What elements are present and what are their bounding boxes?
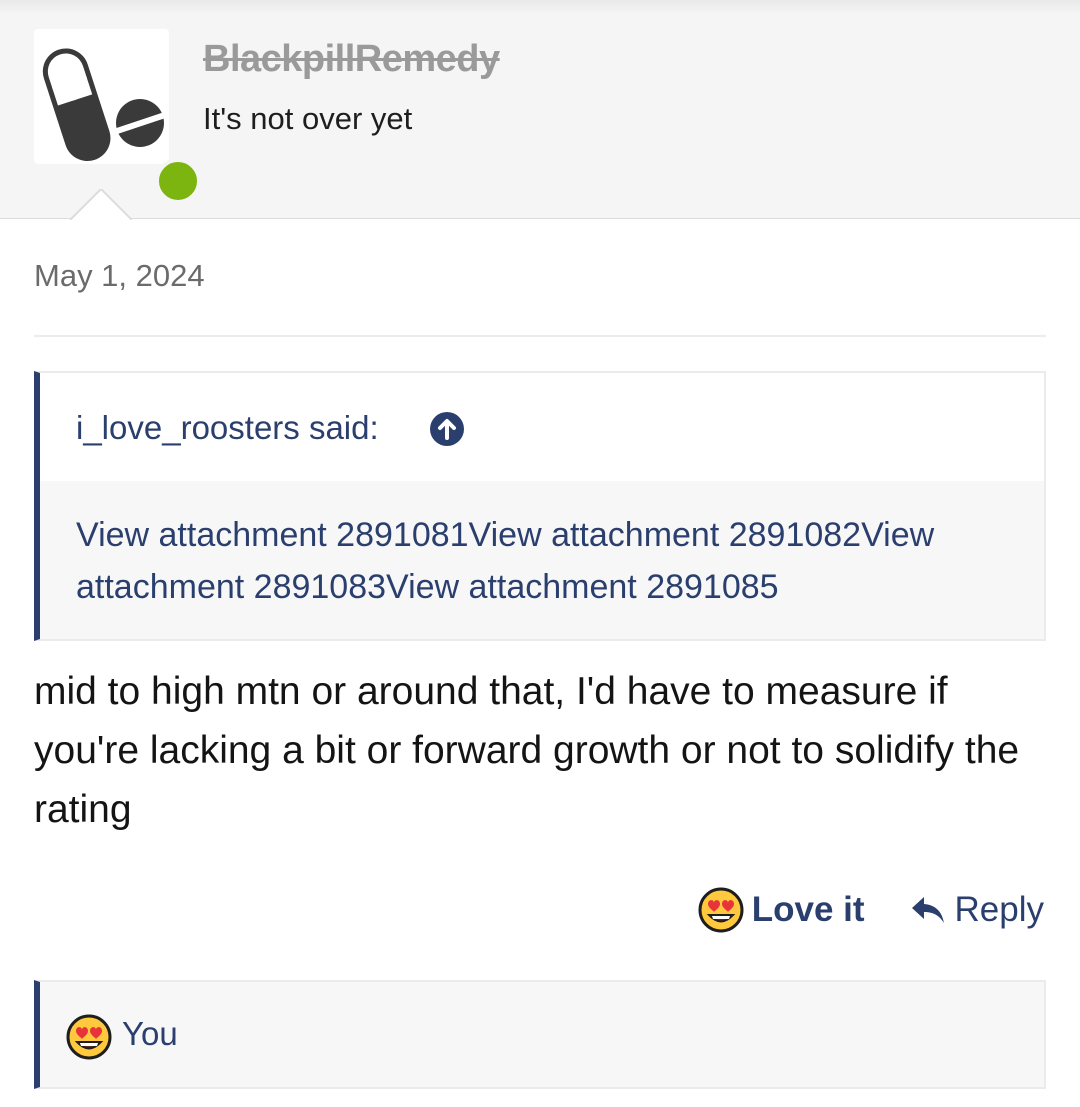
username[interactable]: BlackpillRemedy: [203, 38, 500, 81]
quote-body[interactable]: View attachment 2891081View attachment 2…: [40, 481, 1044, 639]
user-avatar[interactable]: [34, 29, 201, 204]
heart-eyes-emoji-icon: [698, 887, 744, 933]
reaction-users-link[interactable]: You: [122, 1015, 178, 1053]
post-header: BlackpillRemedy It's not over yet: [0, 0, 1080, 220]
quote-header: i_love_roosters said:: [40, 373, 1044, 481]
love-it-label: Love it: [751, 890, 865, 929]
header-pointer-arrow: [70, 189, 132, 220]
quote-author[interactable]: i_love_roosters said:: [76, 409, 379, 447]
quote-block: i_love_roosters said: View attachment 28…: [34, 371, 1046, 641]
post-text: mid to high mtn or around that, I'd have…: [34, 670, 1020, 831]
arrow-up-circle-icon[interactable]: [429, 411, 465, 447]
heart-eyes-emoji-icon: [66, 1014, 112, 1060]
love-it-button[interactable]: Love it: [698, 887, 865, 933]
reactions-bar: You: [34, 980, 1046, 1089]
online-status-dot: [155, 158, 201, 204]
divider: [34, 335, 1046, 337]
post-date[interactable]: May 1, 2024: [34, 258, 205, 294]
reply-button[interactable]: Reply: [911, 890, 1044, 930]
pill-icon: [42, 48, 166, 162]
user-title: It's not over yet: [203, 101, 413, 136]
reply-arrow-icon: [911, 897, 944, 923]
reply-label: Reply: [954, 890, 1044, 929]
post-actions: Love it Reply: [698, 884, 1044, 936]
